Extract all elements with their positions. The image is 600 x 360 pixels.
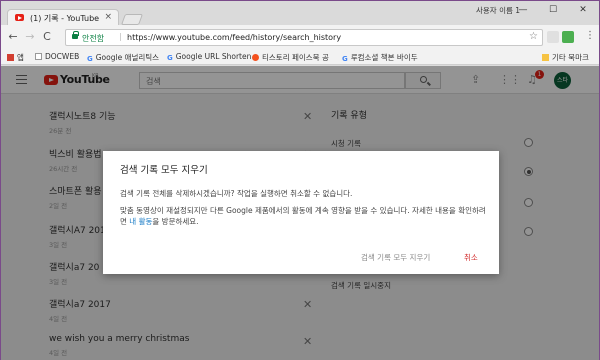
dialog-info-text: 맞춤 동영상이 재설정되지만 다른 Google 제품에서의 활동에 계속 영향…	[120, 206, 486, 226]
tab-title: (1) 기록 - YouTube	[30, 14, 100, 23]
browser-window: (1) 기록 - YouTube × 사용자 이름 1 — ☐ ✕ ← → C …	[0, 0, 600, 360]
dialog-warning-text: 검색 기록 전체를 삭제하시겠습니까? 작업을 실행하면 취소할 수 없습니다.	[120, 189, 353, 198]
extension-icon-2[interactable]	[562, 31, 574, 43]
tab-close-icon[interactable]: ×	[104, 12, 112, 22]
bookmarks-bar: 앱 DOCWEB G Google 애널리틱스 G Google URL Short…	[1, 50, 599, 65]
url-text[interactable]: https://www.youtube.com/feed/history/sea…	[127, 33, 341, 42]
title-bar: (1) 기록 - YouTube × 사용자 이름 1 — ☐ ✕	[1, 1, 599, 26]
bookmark-star-icon[interactable]: ☆	[529, 31, 538, 42]
back-button[interactable]: ←	[7, 31, 19, 43]
minimize-button[interactable]: —	[511, 3, 535, 17]
youtube-favicon-icon	[15, 14, 24, 21]
page-icon	[35, 53, 42, 60]
forward-button[interactable]: →	[24, 31, 36, 43]
dialog-title: 검색 기록 모두 지우기	[120, 165, 208, 176]
bookmark-tistory[interactable]: 티스토리 페이스북 공	[252, 52, 329, 63]
bookmark-google-analytics[interactable]: G Google 애널리틱스	[87, 52, 159, 63]
bookmark-docweb[interactable]: DOCWEB	[35, 52, 79, 61]
url-separator: |	[119, 32, 122, 41]
bookmark-google-url-shortener[interactable]: G Google URL Shorten	[167, 52, 251, 62]
bookmark-other[interactable]: 기타 북마크	[542, 52, 589, 63]
apps-grid-icon	[7, 54, 14, 61]
reload-button[interactable]: C	[41, 31, 53, 43]
chrome-menu-icon[interactable]: ⋮	[585, 30, 595, 41]
lock-icon	[72, 31, 79, 39]
google-g-icon: G	[342, 55, 348, 63]
google-g-icon: G	[167, 54, 173, 62]
cancel-button[interactable]: 취소	[464, 252, 478, 263]
extension-icon-1[interactable]	[547, 31, 559, 43]
page-content: YouTube KR 검색 ⇪ ⋮⋮ ♫ 1 스타 갤럭시노트8 기능 26분 …	[1, 66, 599, 360]
browser-toolbar: ← → C 안전함 | https://www.youtube.com/feed…	[1, 25, 599, 50]
clear-history-dialog: 검색 기록 모두 지우기 검색 기록 전체를 삭제하시겠습니까? 작업을 실행하…	[103, 151, 499, 274]
clear-all-search-history-button[interactable]: 검색 기록 모두 지우기	[361, 252, 430, 263]
bookmark-apps[interactable]: 앱	[7, 52, 24, 63]
bookmark-lucom[interactable]: G 루컴소셜 책본 바이두	[342, 52, 418, 63]
google-g-icon: G	[87, 55, 93, 63]
my-activity-link[interactable]: 내 활동	[129, 217, 152, 226]
new-tab-button[interactable]	[120, 14, 144, 25]
folder-icon	[542, 54, 549, 61]
secure-label: 안전함	[82, 33, 105, 43]
address-bar[interactable]: 안전함 | https://www.youtube.com/feed/histo…	[65, 29, 543, 46]
tistory-icon	[252, 54, 259, 61]
browser-tab[interactable]: (1) 기록 - YouTube ×	[7, 9, 119, 26]
close-window-button[interactable]: ✕	[571, 3, 595, 17]
maximize-button[interactable]: ☐	[541, 3, 565, 17]
